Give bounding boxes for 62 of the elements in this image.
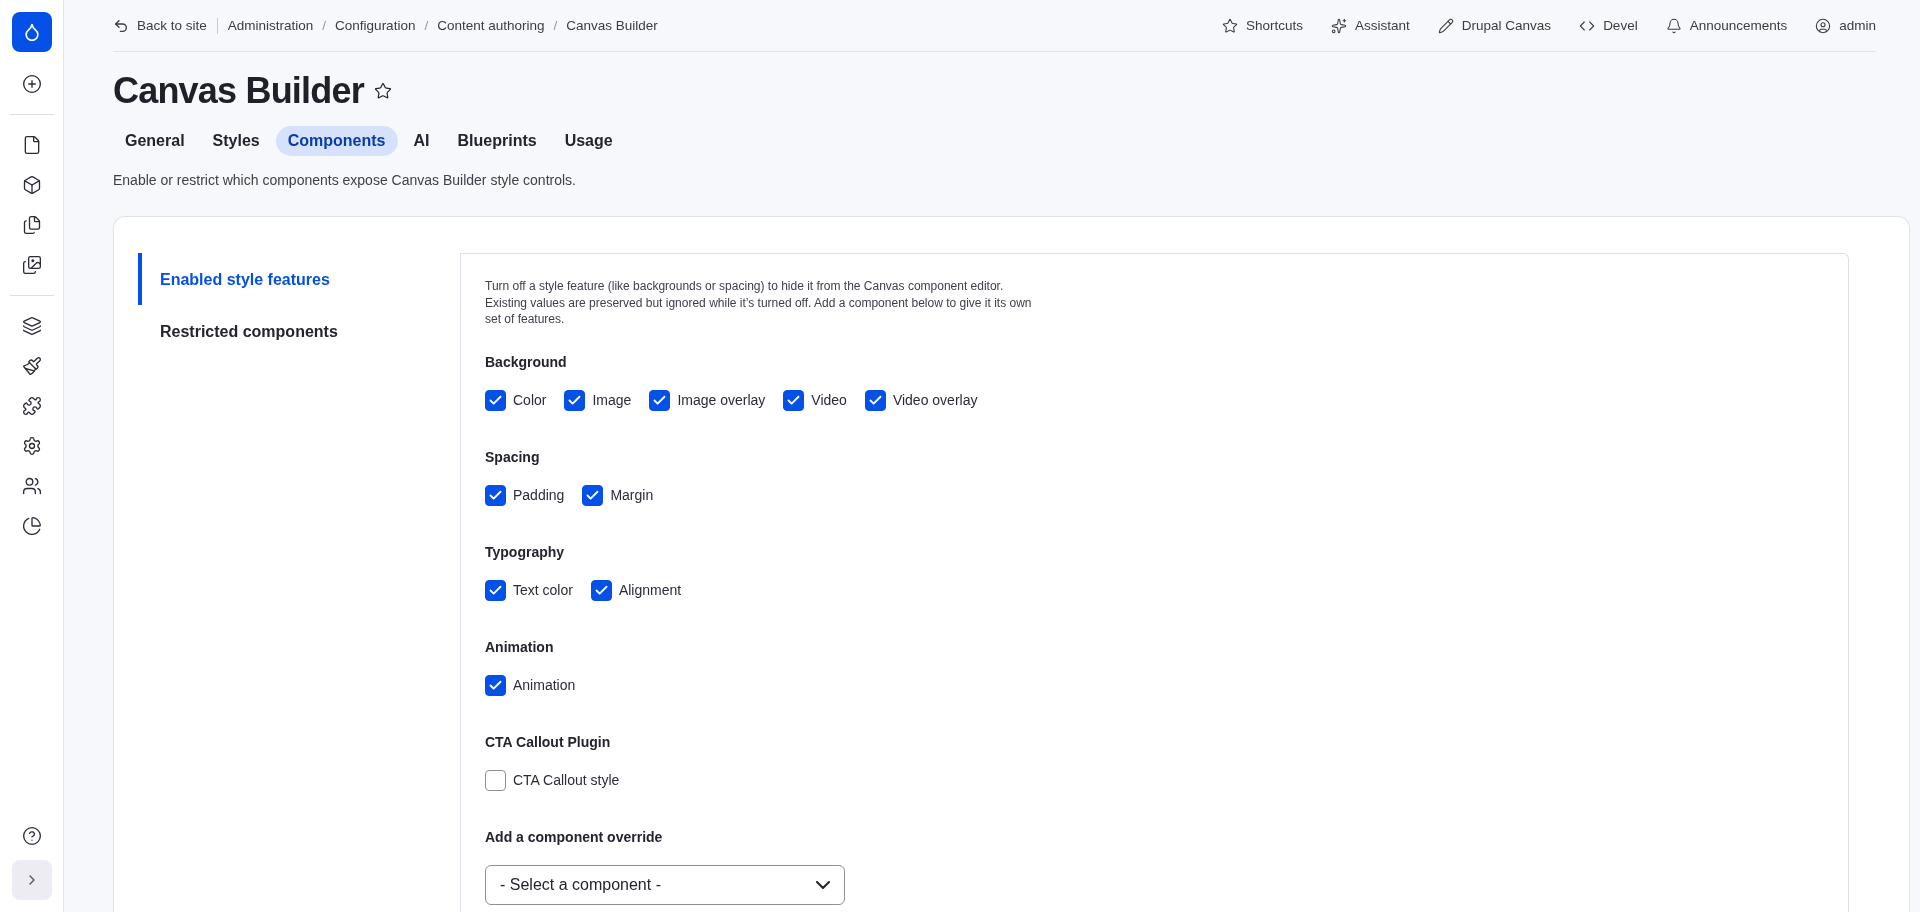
sparkles-icon [1331, 17, 1348, 34]
field-label: Add a component override [485, 828, 664, 845]
checkbox[interactable] [649, 389, 671, 411]
chevron-icon [816, 880, 830, 889]
tab[interactable]: Components [275, 126, 398, 156]
toolbar-link[interactable]: Announcements [1665, 17, 1788, 34]
breadcrumb-link[interactable]: Configuration [335, 18, 416, 33]
tab[interactable]: Styles [200, 126, 272, 156]
bell-icon [1665, 17, 1682, 34]
tab[interactable]: AI [401, 126, 442, 156]
group-title: Spacing [485, 448, 541, 465]
checkbox[interactable] [582, 484, 604, 506]
breadcrumb-link[interactable]: Content authoring [437, 18, 545, 33]
breadcrumb-separator: / [553, 18, 558, 33]
checkbox-label: Animation [513, 677, 576, 693]
pencil-icon [1437, 17, 1454, 34]
user-icon [1815, 17, 1832, 34]
checkbox[interactable] [564, 389, 586, 411]
checkbox[interactable] [485, 769, 506, 791]
page-description: Enable or restrict which components expose Canvas Builder style controls. [113, 172, 577, 188]
checkbox-label: CTA Callout style [513, 772, 620, 788]
toolbar-link[interactable]: Shortcuts [1222, 17, 1304, 34]
toolbar-link[interactable]: Devel [1579, 17, 1638, 34]
star-icon [1222, 17, 1238, 34]
group-title: Typography [485, 543, 566, 560]
checkbox[interactable] [485, 484, 506, 506]
toolbar-link[interactable]: Assistant [1331, 17, 1410, 34]
checkbox-label: Margin [610, 487, 654, 503]
breadcrumb-link[interactable]: Administration [227, 18, 314, 33]
checkbox[interactable] [864, 389, 886, 411]
checkbox-label: Image overlay [677, 392, 766, 408]
back-arrow-icon [113, 17, 129, 34]
checkbox[interactable] [485, 579, 506, 601]
checkbox[interactable] [485, 674, 506, 696]
intro-text: Turn off a style feature (like backgrounds or spacing) to hide it from the Canvas component editor. Existing values are preserved but ignored while it’s turned off. Add a component below to give it its own set of features. [485, 278, 1033, 328]
checkbox-label: Alignment [618, 582, 682, 598]
breadcrumb-separator: / [322, 18, 327, 33]
group-title: CTA Callout Plugin [485, 733, 612, 750]
checkbox-label: Video overlay [892, 392, 978, 408]
checkbox[interactable] [485, 389, 506, 411]
toolbar-link[interactable]: Drupal Canvas [1437, 17, 1552, 34]
page-title: Canvas Builder [113, 70, 364, 112]
checkbox-label: Image [592, 392, 632, 408]
checkbox-label: Padding [513, 487, 565, 503]
star-icon[interactable] [373, 82, 392, 100]
checkbox[interactable] [590, 579, 612, 601]
breadcrumb-link[interactable]: Canvas Builder [566, 18, 658, 33]
drop-logo-icon[interactable] [11, 12, 52, 52]
tab[interactable]: General [113, 126, 197, 156]
toolbar-link[interactable]: admin [1815, 17, 1876, 34]
component-select[interactable]: - Select a component - [485, 864, 845, 905]
breadcrumb-separator: / [424, 18, 429, 33]
back-link[interactable]: Back to site [113, 17, 218, 34]
tab[interactable]: Usage [552, 126, 625, 156]
vertical-tab[interactable]: Enabled style features [138, 253, 460, 305]
checkbox-label: Text color [513, 582, 573, 598]
group-title: Animation [485, 638, 555, 655]
checkbox-label: Video [811, 392, 847, 408]
tab[interactable]: Blueprints [445, 126, 549, 156]
checkbox[interactable] [783, 389, 805, 411]
checkbox-label: Color [513, 392, 547, 408]
group-title: Background [485, 353, 568, 370]
